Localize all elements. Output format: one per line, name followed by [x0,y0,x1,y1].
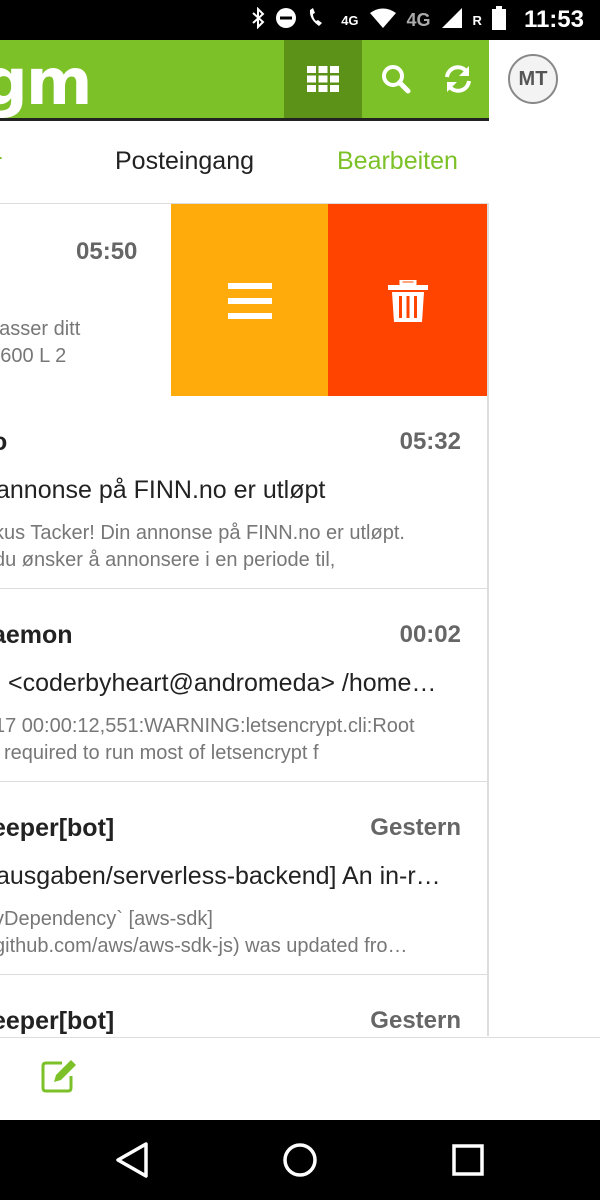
preview-line: du ønsker å annonsere i en periode til, [0,549,336,571]
preview-line: passer ditt [0,318,81,340]
back-button[interactable] [114,1140,154,1180]
menu-icon [227,282,272,319]
message-preview: vDependency` [aws-sdk] github.com/aws/aw… [0,906,449,960]
apps-button[interactable] [284,40,362,118]
wifi-calling-icon [307,7,331,33]
system-nav-bar [0,1120,600,1200]
folders-link[interactable]: r [0,149,2,177]
preview-line: 17 00:00:12,551:WARNING:letsencrypt.cli:… [0,715,415,737]
message-time: Gestern [370,1007,461,1034]
message-sender: eeper[bot] [0,814,115,842]
network-badge: 4G [341,12,359,28]
home-icon [283,1143,317,1177]
back-icon [116,1142,148,1178]
search-icon [382,65,411,94]
clock: 11:53 [523,6,584,33]
compose-icon [41,1060,76,1093]
preview-line: github.com/aws/aws-sdk-js) was updated f… [0,935,408,957]
trash-icon [387,279,428,322]
message-row[interactable]: aemon 00:02 <coderbyheart@andromeda> /ho… [0,589,487,782]
message-sender: o [0,428,7,457]
message-sender: aemon [0,621,73,649]
message-time: 05:50 [76,238,138,265]
message-content[interactable]: 05:50 passer ditt r 600 L 2 [0,204,171,397]
do-not-disturb-icon [275,7,297,33]
page-title: Posteingang [115,147,255,175]
refresh-button[interactable] [426,40,490,118]
signal-icon [441,7,463,33]
bluetooth-icon [251,6,265,33]
logo-text: gm [0,46,90,118]
status-bar: 4G 4G R 11:53 [0,0,600,40]
compose-button[interactable] [40,1058,80,1098]
preview-line: vDependency` [aws-sdk] [0,908,213,930]
message-subject: <coderbyheart@andromeda> /home… [8,669,437,697]
recents-button[interactable] [448,1140,488,1180]
message-row[interactable]: eeper[bot] Gestern ausgaben/serverless-b… [0,782,487,975]
recents-icon [452,1144,484,1176]
message-subject: annonse på FINN.no er utløpt [0,476,326,504]
message-time: 00:02 [399,621,461,648]
preview-line: kus Tacker! Din annonse på FINN.no er ut… [0,522,405,544]
edit-button[interactable]: Bearbeiten [337,147,458,176]
preview-line: required to run most of letsencrypt f [4,742,319,764]
message-row[interactable]: eeper[bot] Gestern [0,975,487,1036]
message-preview: kus Tacker! Din annonse på FINN.no er ut… [0,520,449,574]
message-row-swiped[interactable]: 05:50 passer ditt r 600 L 2 [0,203,487,397]
more-action-button[interactable] [171,204,328,397]
bottom-bar [0,1037,600,1120]
message-subject: ausgaben/serverless-backend] An in-r… [0,862,441,890]
message-time: Gestern [370,814,461,841]
mailbox-toolbar: r Posteingang Bearbeiten [0,121,489,203]
roaming-indicator: R [472,12,482,28]
delete-action-button[interactable] [328,204,487,397]
avatar[interactable]: MT [508,54,558,104]
network-badge-2: 4G [406,9,431,30]
message-row[interactable]: o 05:32 annonse på FINN.no er utløpt kus… [0,396,487,589]
battery-icon [491,6,506,34]
apps-grid-icon [307,66,339,92]
wifi-icon [369,7,397,33]
refresh-icon [445,65,471,93]
message-preview: passer ditt r 600 L 2 [0,316,171,370]
message-time: 05:32 [399,428,461,455]
home-button[interactable] [280,1140,320,1180]
message-sender: eeper[bot] [0,1007,115,1035]
message-list[interactable]: 05:50 passer ditt r 600 L 2 [0,203,489,1036]
preview-line: r 600 L 2 [0,345,67,367]
message-preview: 17 00:00:12,551:WARNING:letsencrypt.cli:… [0,713,449,767]
app-logo[interactable]: gm [0,40,90,118]
search-button[interactable] [364,40,428,118]
